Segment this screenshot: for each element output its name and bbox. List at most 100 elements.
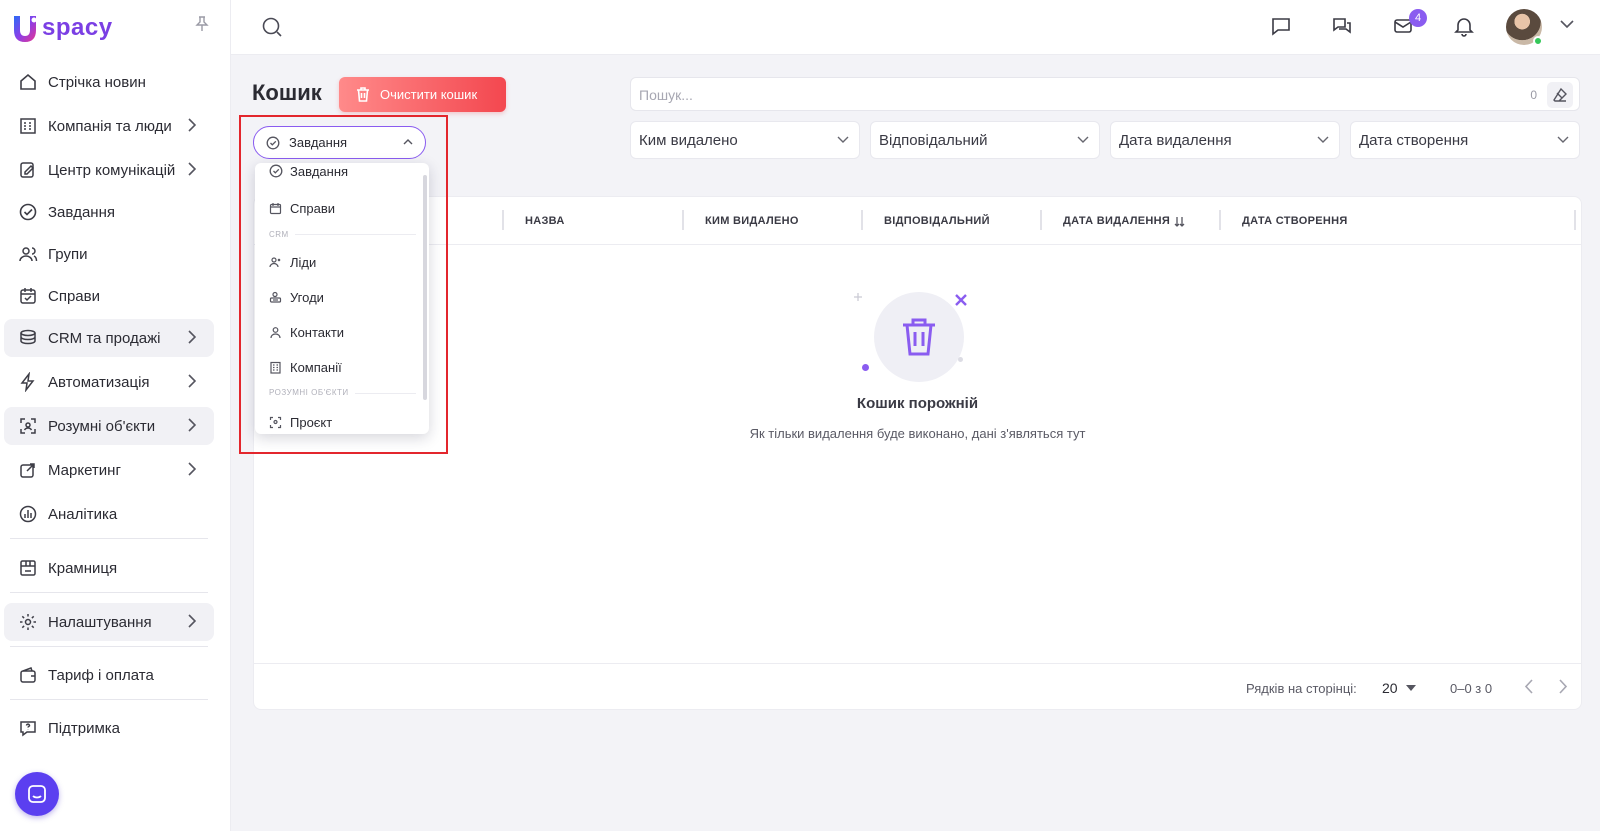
sort-desc-icon [1174,216,1185,227]
sidebar-item-label: Завдання [48,203,115,221]
search-icon[interactable] [261,16,283,38]
search-placeholder: Пошук... [639,87,693,103]
column-separator[interactable] [682,210,684,230]
trash-table: НАЗВА КИМ ВИДАЛЕНО ВІДПОВІДАЛЬНИЙ ДАТА В… [253,196,1582,710]
communication-icon [17,159,39,181]
trash-icon [903,318,935,356]
sidebar-divider [10,699,208,700]
wallet-icon [17,664,39,686]
group-icon [17,243,39,265]
decor-dot [862,364,869,371]
sidebar-item-groups[interactable]: Групи [4,235,214,273]
home-icon [17,71,39,93]
sidebar-item-label: Налаштування [48,613,152,631]
sidebar-item-label: Аналітика [48,505,118,523]
chevron-right-icon [188,614,196,628]
prev-page-icon[interactable] [1524,679,1533,694]
sidebar-item-support[interactable]: Підтримка [4,709,214,747]
sidebar-item-label: Підтримка [48,719,121,737]
filter-deletion-date[interactable]: Дата видалення [1110,121,1340,159]
sidebar-item-settings[interactable]: Налаштування [4,603,214,641]
chevron-down-icon [1077,136,1089,144]
column-separator[interactable] [1040,210,1042,230]
lightning-icon [17,371,39,393]
sparkle-icon [854,293,862,301]
eraser-icon[interactable] [1547,82,1573,108]
sidebar-item-label: Тариф і оплата [48,666,154,684]
support-icon [17,717,39,739]
chevron-down-icon[interactable] [1560,20,1574,29]
column-header-deletion-date[interactable]: ДАТА ВИДАЛЕННЯ [1063,215,1186,227]
filter-creation-date[interactable]: Дата створення [1350,121,1580,159]
pagination-range: 0–0 з 0 [1450,681,1493,696]
close-icon [955,294,967,306]
column-header-responsible[interactable]: ВІДПОВІДАЛЬНИЙ [884,215,990,227]
sidebar-item-store[interactable]: Крамниця [4,549,214,587]
column-header-name[interactable]: НАЗВА [525,215,565,227]
filter-deleted-by[interactable]: Ким видалено [630,121,860,159]
analytics-icon [17,503,39,525]
rows-per-page-select[interactable]: 20 [1382,680,1416,696]
sidebar-divider [10,538,208,539]
sidebar-item-company[interactable]: Компанія та люди [4,107,214,145]
logo[interactable]: spacy [10,10,113,46]
mail-count-badge: 4 [1409,9,1427,27]
column-separator[interactable] [1574,210,1576,230]
company-icon [17,115,39,137]
chat-widget-button[interactable] [15,772,59,816]
empty-state-subtitle: Як тільки видалення буде виконано, дані … [749,426,1086,441]
chats-icon[interactable] [1331,15,1353,37]
page-title: Кошик [252,80,322,105]
calendar-icon [17,285,39,307]
filter-responsible[interactable]: Відповідальний [870,121,1100,159]
search-count: 0 [1530,88,1537,102]
sidebar-divider [10,646,208,647]
sidebar: spacy Стрічка новин Компанія та люди Цен… [0,0,231,831]
column-header-creation-date[interactable]: ДАТА СТВОРЕННЯ [1242,215,1348,227]
search-input[interactable]: Пошук... 0 [630,77,1580,111]
sidebar-item-label: Групи [48,245,88,263]
sidebar-item-label: Центр комунікацій [48,161,176,179]
marketing-icon [17,459,39,481]
sidebar-item-label: Стрічка новин [48,73,146,91]
column-separator[interactable] [1219,210,1221,230]
chevron-down-icon [837,136,849,144]
chevron-right-icon [188,374,196,388]
rows-per-page-label: Рядків на сторінці: [1246,681,1357,696]
table-footer: Рядків на сторінці: 20 0–0 з 0 [254,663,1581,711]
sidebar-item-label: Маркетинг [48,461,121,479]
online-status-dot [1533,36,1543,46]
sidebar-item-communication[interactable]: Центр комунікацій [4,151,214,189]
column-separator[interactable] [861,210,863,230]
chevron-down-icon [1557,136,1569,144]
column-header-deleted-by[interactable]: КИМ ВИДАЛЕНО [705,215,799,227]
sidebar-item-crm[interactable]: CRM та продажі [4,319,214,357]
sidebar-item-label: Компанія та люди [48,117,172,135]
sidebar-item-label: CRM та продажі [48,329,161,347]
logo-text: spacy [42,14,113,41]
clear-trash-button[interactable]: Очистити кошик [339,77,506,112]
crm-icon [17,327,39,349]
chevron-right-icon [188,462,196,476]
sidebar-item-news[interactable]: Стрічка новин [4,63,214,101]
logo-mark-icon [10,12,40,44]
sidebar-item-analytics[interactable]: Аналітика [4,495,214,533]
sidebar-divider [10,592,208,593]
column-separator[interactable] [502,210,504,230]
sidebar-item-smart-objects[interactable]: Розумні об'єкти [4,407,214,445]
sidebar-item-label: Справи [48,287,100,305]
gear-icon [17,611,39,633]
sidebar-item-affairs[interactable]: Справи [4,277,214,315]
bell-icon[interactable] [1453,15,1475,37]
trash-icon [357,87,369,102]
next-page-icon[interactable] [1559,679,1568,694]
pin-icon[interactable] [195,16,209,32]
highlight-frame [239,115,448,454]
message-icon[interactable] [1270,15,1292,37]
sidebar-item-label: Крамниця [48,559,118,577]
empty-state-title: Кошик порожній [856,395,979,412]
sidebar-item-tasks[interactable]: Завдання [4,193,214,231]
sidebar-item-automation[interactable]: Автоматизація [4,363,214,401]
sidebar-item-marketing[interactable]: Маркетинг [4,451,214,489]
sidebar-item-billing[interactable]: Тариф і оплата [4,656,214,694]
